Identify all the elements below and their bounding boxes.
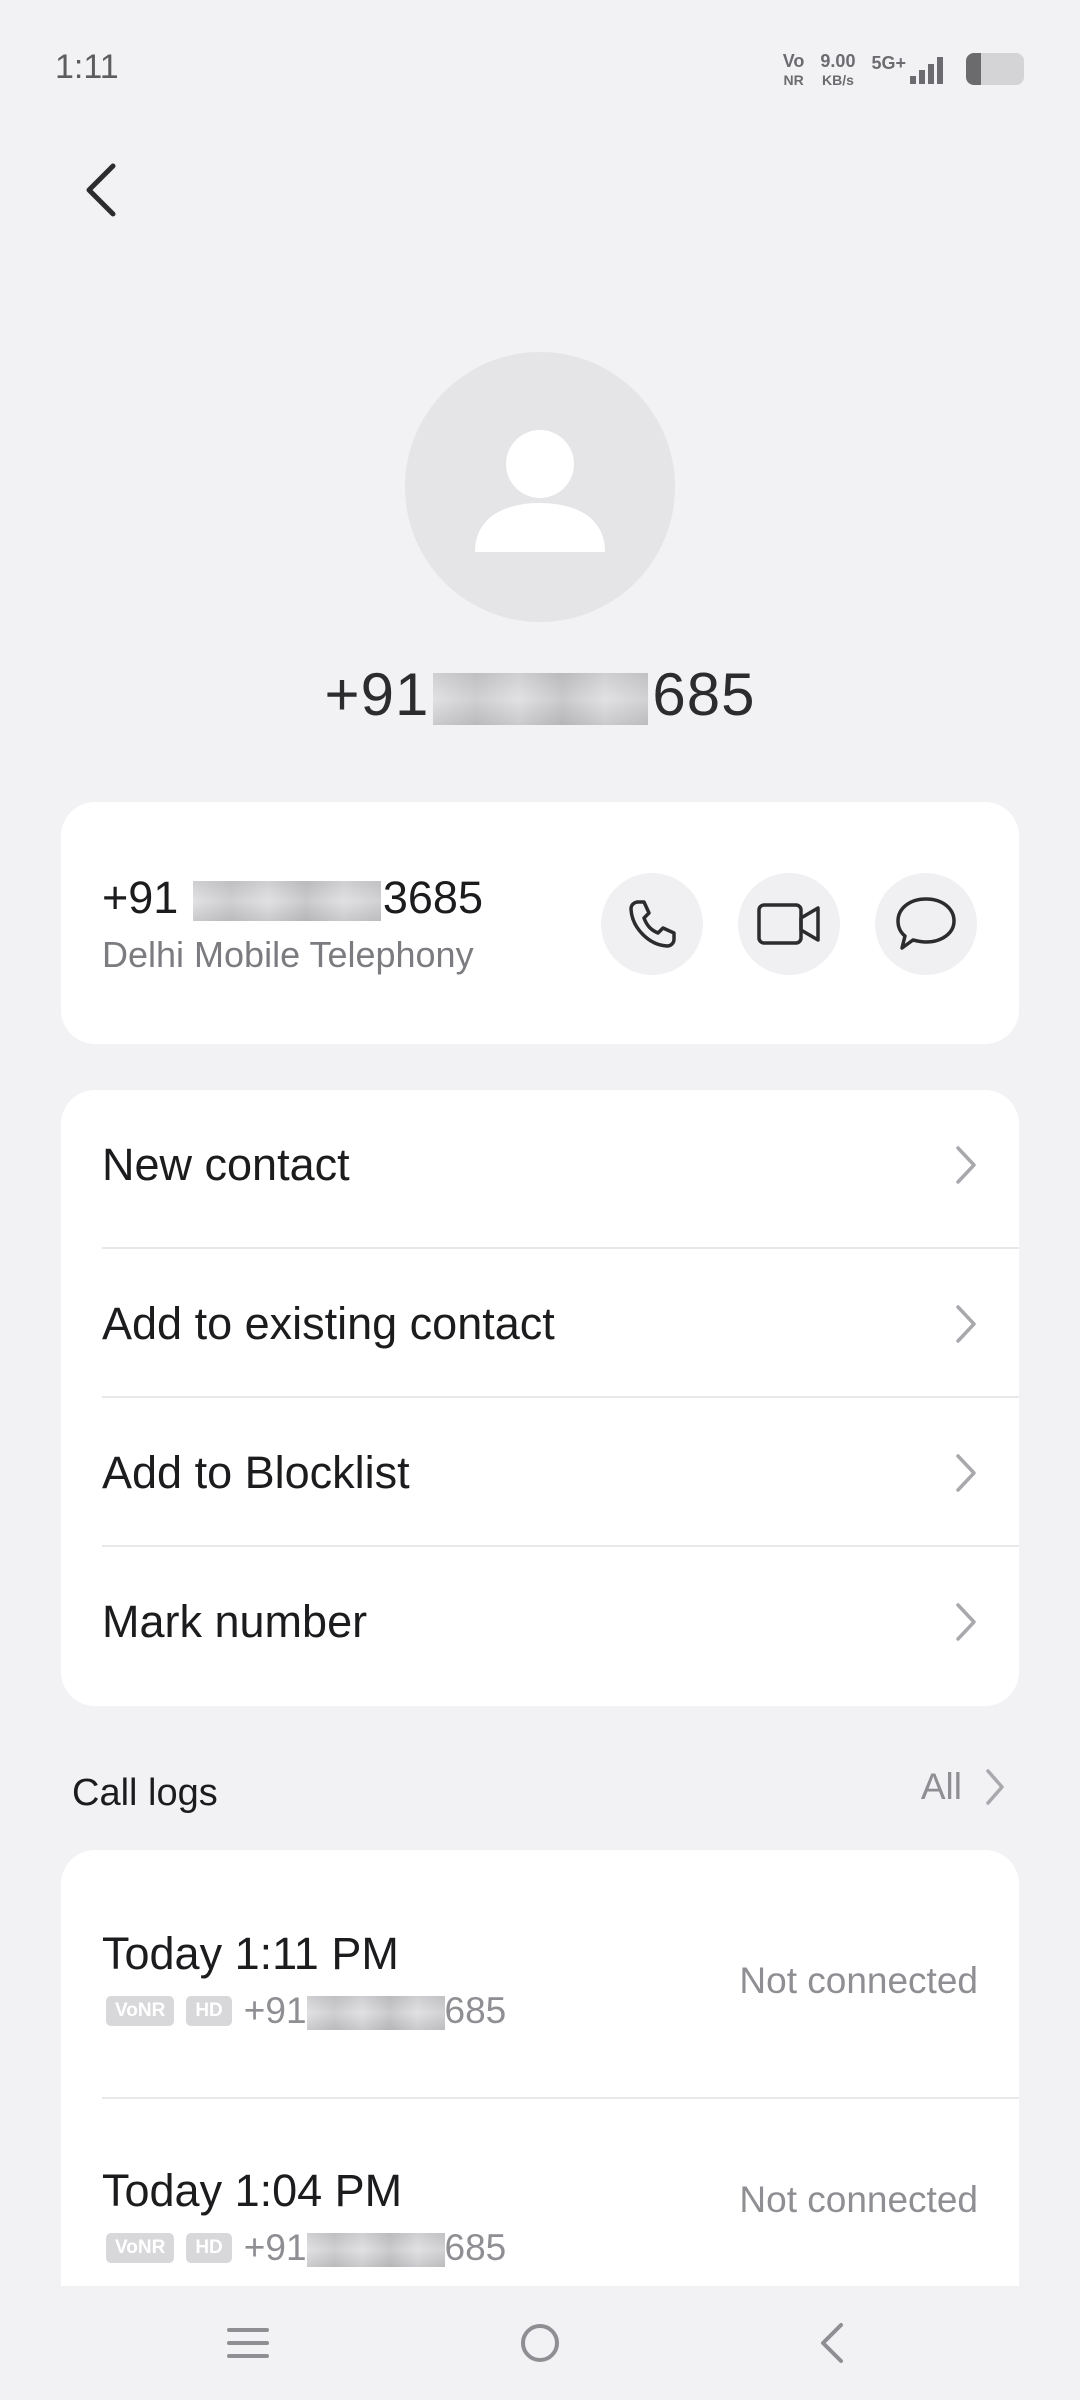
call-logs-card: Today 1:11 PM VoNR HD +91 685 Not connect… xyxy=(61,1850,1019,2286)
new-contact-label: New contact xyxy=(102,1138,350,1190)
battery-icon xyxy=(966,53,1024,85)
all-label: All xyxy=(920,1766,962,1807)
log-number-prefix: +91 xyxy=(243,1990,307,2031)
number-prefix: +91 xyxy=(102,872,179,923)
call-logs-title: Call logs xyxy=(72,1772,218,1814)
log-number-suffix: 685 xyxy=(444,1990,507,2031)
actions-card: New contact Add to existing contact Add … xyxy=(61,1090,1019,1706)
mark-number-row[interactable]: Mark number xyxy=(61,1547,1019,1696)
chevron-right-icon xyxy=(951,1449,981,1497)
menu-button[interactable] xyxy=(188,2286,308,2400)
hd-badge: HD xyxy=(186,1995,232,2027)
speed-unit: KB/s xyxy=(821,71,854,88)
add-to-blocklist-row[interactable]: Add to Blocklist xyxy=(61,1398,1019,1547)
vonr-top: Vo xyxy=(782,50,805,71)
log-details: VoNR HD +91 685 xyxy=(106,2227,506,2269)
add-to-blocklist-label: Add to Blocklist xyxy=(102,1446,410,1498)
status-time: 1:11 xyxy=(55,48,119,86)
carrier-label: Delhi Mobile Telephony xyxy=(102,934,474,975)
back-button[interactable] xyxy=(66,150,136,230)
vonr-indicator: Vo NR xyxy=(783,52,805,87)
signal-indicator: 5G+ xyxy=(871,54,950,84)
title-suffix: 685 xyxy=(652,661,756,728)
battery-fill xyxy=(966,53,981,85)
vonr-badge: VoNR xyxy=(106,1995,175,2027)
signal-icon xyxy=(910,57,943,84)
video-icon xyxy=(757,903,820,945)
hd-badge: HD xyxy=(186,2232,232,2264)
log-number-suffix: 685 xyxy=(444,2227,507,2268)
redacted-digits xyxy=(433,673,649,726)
redacted-digits xyxy=(306,2233,445,2268)
redacted-digits xyxy=(306,1996,445,2031)
back-icon xyxy=(86,163,116,217)
chevron-right-icon xyxy=(951,1141,981,1189)
call-log-entry[interactable]: Today 1:11 PM VoNR HD +91 685 Not connect… xyxy=(61,1850,1019,2095)
avatar xyxy=(405,352,675,622)
chevron-right-icon xyxy=(986,1769,1004,1805)
home-button[interactable] xyxy=(480,2286,600,2400)
log-time: Today 1:04 PM xyxy=(102,2165,403,2216)
call-button[interactable] xyxy=(601,873,703,975)
vonr-bottom: NR xyxy=(783,71,804,88)
add-to-existing-contact-label: Add to existing contact xyxy=(102,1297,555,1349)
status-icons: Vo NR 9.00 KB/s 5G+ xyxy=(783,48,1024,90)
redacted-digits xyxy=(192,881,381,922)
speed-value: 9.00 xyxy=(820,50,856,71)
log-time: Today 1:11 PM xyxy=(102,1928,399,1979)
number-card: +91 3685 Delhi Mobile Telephony xyxy=(61,802,1019,1044)
video-call-button[interactable] xyxy=(738,873,840,975)
message-button[interactable] xyxy=(875,873,977,975)
log-number: +91 685 xyxy=(244,2227,507,2269)
nav-back-button[interactable] xyxy=(772,2286,892,2400)
log-status: Not connected xyxy=(739,1960,978,2001)
network-speed: 9.00 KB/s xyxy=(820,52,855,87)
message-icon xyxy=(896,897,956,950)
log-number-prefix: +91 xyxy=(243,2227,307,2268)
title-prefix: +91 xyxy=(324,661,430,728)
log-status: Not connected xyxy=(739,2179,978,2220)
vonr-badge: VoNR xyxy=(106,2232,175,2264)
chevron-right-icon xyxy=(951,1300,981,1348)
call-log-entry[interactable]: Today 1:04 PM VoNR HD +91 685 Not connect… xyxy=(61,2099,1019,2286)
network-type: 5G+ xyxy=(871,53,906,73)
back-triangle-icon xyxy=(821,2323,843,2363)
number-suffix: 3685 xyxy=(382,872,483,923)
log-details: VoNR HD +91 685 xyxy=(106,1990,506,2032)
add-to-existing-contact-row[interactable]: Add to existing contact xyxy=(61,1249,1019,1398)
menu-icon xyxy=(227,2328,269,2358)
home-icon xyxy=(521,2324,559,2362)
mark-number-label: Mark number xyxy=(102,1595,368,1647)
log-number: +91 685 xyxy=(244,1990,507,2032)
navigation-bar xyxy=(0,2286,1080,2400)
phone-number: +91 3685 xyxy=(102,872,483,924)
contact-title: +91 685 xyxy=(0,660,1080,729)
person-icon xyxy=(475,430,605,552)
chevron-right-icon xyxy=(951,1598,981,1646)
phone-icon xyxy=(629,900,676,948)
new-contact-row[interactable]: New contact xyxy=(61,1090,1019,1239)
call-logs-all-link[interactable]: All xyxy=(921,1766,1006,1808)
